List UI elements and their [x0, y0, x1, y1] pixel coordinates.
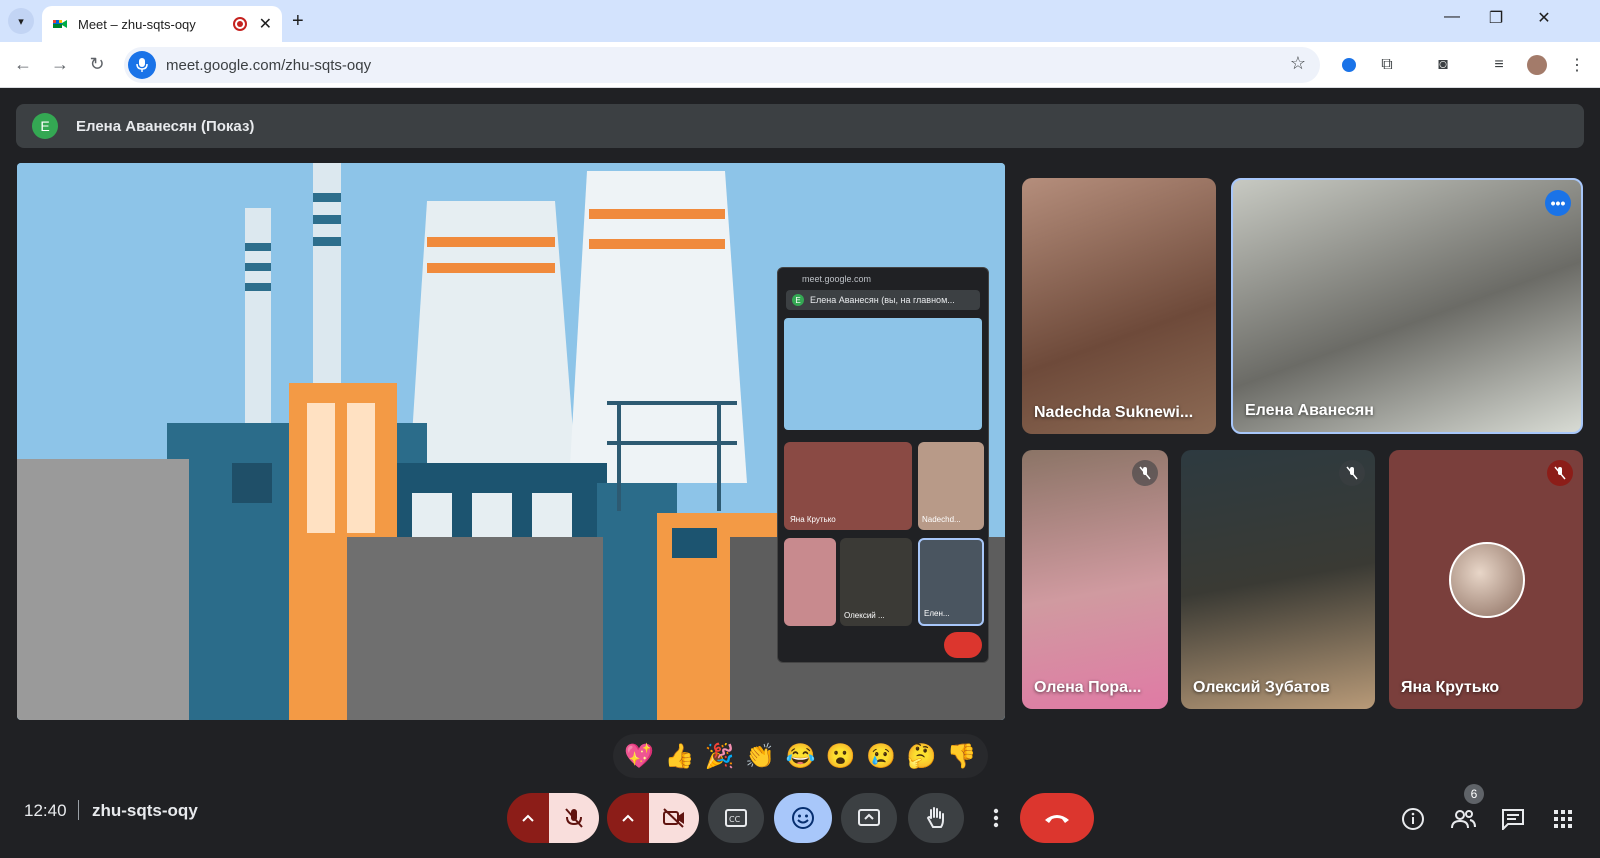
- reaction-surprised[interactable]: 😮: [826, 742, 856, 771]
- pip-tile-4-name: Елен...: [924, 609, 950, 618]
- reaction-sad[interactable]: 😢: [866, 742, 896, 771]
- reaction-laugh[interactable]: 😂: [786, 742, 816, 771]
- participant-name: Елена Аванесян: [1245, 402, 1374, 419]
- forward-arrow-icon[interactable]: →: [49, 54, 71, 75]
- browser-tab[interactable]: Meet – zhu-sqts-oqy ✕: [42, 6, 282, 42]
- restore-icon[interactable]: ❐: [1484, 8, 1508, 28]
- pip-shared-screen: [784, 318, 982, 430]
- participant-name: Олексий Зубатов: [1193, 679, 1330, 696]
- clock: 12:40: [24, 801, 67, 820]
- recording-indicator-icon: [232, 17, 247, 31]
- participant-name: Nadechda Suknewi...: [1034, 404, 1194, 421]
- present-icon: [858, 809, 880, 826]
- browser-tab-strip: ▾ Meet – zhu-sqts-oqy ✕ + — ❐ ✕: [0, 0, 1600, 42]
- pip-tile-oleksiy: Олексий ...: [840, 538, 912, 626]
- back-arrow-icon[interactable]: ←: [12, 54, 34, 75]
- participant-tile-olena[interactable]: Олена Пора...: [1022, 450, 1168, 709]
- pip-presenter-bar: E Елена Аванесян (вы, на главном...: [786, 290, 980, 310]
- pip-tile-elena: Елен...: [918, 538, 984, 626]
- meet-stage: E Елена Аванесян (Показ) meet.google.com…: [0, 89, 1600, 858]
- reaction-bar: 💖 👍 🎉 👏 😂 😮 😢 🤔 👎: [613, 734, 988, 778]
- presenter-label: Елена Аванесян (Показ): [76, 117, 255, 135]
- extensions-puzzle-icon[interactable]: ⧉: [1374, 52, 1400, 78]
- presenter-avatar: E: [32, 113, 58, 139]
- meet-favicon-icon: [53, 20, 67, 28]
- pip-tile-yana: Яна Крутько: [784, 442, 912, 530]
- reaction-party[interactable]: 🎉: [705, 742, 735, 771]
- hang-up-icon: [1045, 815, 1069, 823]
- closed-captions-icon: CC: [725, 809, 747, 827]
- participant-tile-oleksiy[interactable]: Олексий Зубатов: [1181, 450, 1375, 709]
- muted-mic-icon: [1339, 460, 1365, 486]
- reactions-button[interactable]: [774, 793, 832, 843]
- present-screen-button[interactable]: [841, 793, 897, 843]
- hand-icon: [926, 807, 944, 828]
- people-count-badge: 6: [1464, 784, 1484, 804]
- more-options-button[interactable]: [980, 793, 1012, 843]
- leave-call-button[interactable]: [1020, 793, 1094, 843]
- participant-name: Олена Пора...: [1034, 679, 1142, 696]
- camera-off-icon: [663, 808, 684, 828]
- browser-toolbar: ← → ↻ meet.google.com/zhu-sqts-oqy ☆ ⧉ ◙…: [0, 42, 1600, 88]
- mic-off-icon: [565, 808, 583, 828]
- divider: [78, 800, 79, 820]
- tab-search-chevron-icon[interactable]: ▾: [8, 8, 34, 34]
- tab-close-icon[interactable]: ✕: [259, 14, 272, 34]
- people-icon[interactable]: [1448, 804, 1478, 834]
- url-text: meet.google.com/zhu-sqts-oqy: [166, 56, 372, 74]
- camera-off-button[interactable]: [649, 793, 699, 843]
- reaction-clap[interactable]: 👏: [745, 742, 775, 771]
- audio-settings-chevron-icon[interactable]: [507, 793, 549, 843]
- meeting-info-icon[interactable]: [1398, 804, 1428, 834]
- participant-avatar: [1449, 542, 1525, 618]
- captions-button[interactable]: CC: [708, 793, 764, 843]
- pip-site: meet.google.com: [802, 274, 872, 284]
- microphone-icon[interactable]: [128, 51, 156, 79]
- address-bar[interactable]: meet.google.com/zhu-sqts-oqy ☆: [124, 47, 1320, 83]
- browser-menu-icon[interactable]: ⋮: [1564, 52, 1590, 78]
- profile-avatar[interactable]: [1524, 52, 1550, 78]
- more-options-icon[interactable]: •••: [1545, 190, 1571, 216]
- reaction-thumbs-up[interactable]: 👍: [665, 742, 695, 771]
- pip-tile-nadechda: Nadechd...: [918, 442, 984, 530]
- pip-tile-2-name: Nadechd...: [922, 515, 961, 524]
- emoji-icon: [792, 807, 814, 829]
- reaction-thinking[interactable]: 🤔: [907, 742, 937, 771]
- pip-tile-3-name: Олексий ...: [844, 611, 885, 620]
- raise-hand-button[interactable]: [908, 793, 964, 843]
- minimize-icon[interactable]: —: [1440, 8, 1464, 26]
- tab-title: Meet – zhu-sqts-oqy: [78, 16, 196, 32]
- video-settings-chevron-icon[interactable]: [607, 793, 649, 843]
- participant-tile-nadechda[interactable]: Nadechda Suknewi...: [1022, 178, 1216, 434]
- extension-dot-icon[interactable]: [1336, 52, 1362, 78]
- pip-header: Елена Аванесян (вы, на главном...: [810, 295, 955, 305]
- participant-name: Яна Крутько: [1401, 679, 1500, 696]
- presenter-bar: E Елена Аванесян (Показ): [16, 104, 1584, 148]
- muted-mic-icon: [1547, 460, 1573, 486]
- pip-tile-olena: [784, 538, 836, 626]
- meeting-code: zhu-sqts-oqy: [92, 801, 198, 820]
- shared-screen: meet.google.com E Елена Аванесян (вы, на…: [17, 163, 1005, 720]
- participant-tile-elena[interactable]: ••• Елена Аванесян: [1231, 178, 1583, 434]
- reaction-heart[interactable]: 💖: [624, 742, 654, 771]
- pip-tile-1-name: Яна Крутько: [790, 515, 836, 524]
- window-close-icon[interactable]: ✕: [1532, 8, 1556, 28]
- svg-text:CC: CC: [729, 815, 741, 824]
- new-tab-plus-icon[interactable]: +: [292, 10, 304, 33]
- screenshot-icon[interactable]: ◙: [1430, 52, 1456, 78]
- picture-in-picture-window[interactable]: meet.google.com E Елена Аванесян (вы, на…: [777, 267, 989, 663]
- media-controls-icon[interactable]: ≡: [1486, 52, 1512, 78]
- bookmark-star-icon[interactable]: ☆: [1290, 53, 1306, 74]
- more-vert-icon: [993, 808, 999, 828]
- reload-icon[interactable]: ↻: [86, 54, 108, 75]
- microphone-off-button[interactable]: [549, 793, 599, 843]
- muted-mic-icon: [1132, 460, 1158, 486]
- participant-tile-yana[interactable]: Яна Крутько: [1389, 450, 1583, 709]
- reaction-thumbs-down[interactable]: 👎: [947, 742, 977, 771]
- chat-icon[interactable]: [1498, 804, 1528, 834]
- activities-grid-icon[interactable]: [1548, 804, 1578, 834]
- pip-hangup-button[interactable]: [944, 632, 982, 658]
